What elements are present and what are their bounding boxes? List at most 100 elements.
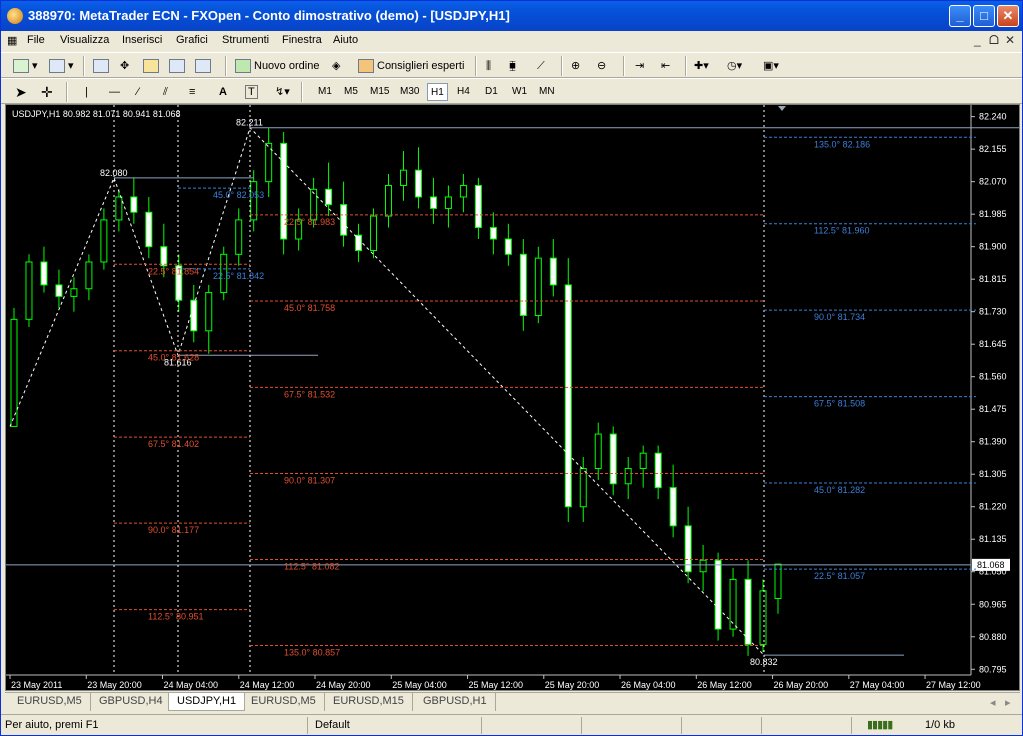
tab-gbpusd-h4[interactable]: GBPUSD,H4	[91, 693, 172, 711]
candle-body	[504, 238, 512, 255]
price-scale-label: 80.795	[979, 664, 1007, 674]
gann-level-label: 112.5° 81.082	[284, 562, 339, 572]
candle-body	[325, 188, 333, 206]
navigator-icon[interactable]	[143, 55, 162, 77]
price-scale-label: 81.730	[979, 307, 1007, 317]
fibonacci-icon[interactable]: ≡	[189, 81, 195, 103]
candle-body	[714, 559, 722, 630]
candle-body	[205, 292, 213, 332]
chart-window[interactable]: USDJPY,H1 80.982 81.071 80.941 81.068 82.…	[5, 104, 1020, 691]
text-tool-icon[interactable]: A	[219, 81, 227, 103]
candle-body	[40, 261, 48, 286]
timeframe-m15[interactable]: M15	[367, 83, 392, 101]
menu-insert[interactable]: Inserisci	[122, 34, 162, 46]
price-scale-label: 82.240	[979, 112, 1007, 122]
profiles-icon[interactable]: ▾	[49, 55, 74, 77]
new-chart-icon[interactable]: ▾	[13, 55, 38, 77]
timeframe-m5[interactable]: M5	[341, 83, 361, 101]
tab-scroll-right-icon[interactable]: ▸	[1005, 696, 1011, 709]
auto-scroll-icon[interactable]: ⇥	[635, 55, 644, 77]
close-button[interactable]: ✕	[997, 5, 1019, 27]
chart-shift-icon[interactable]: ⇤	[661, 55, 670, 77]
menu-file[interactable]: File	[27, 34, 45, 46]
line-chart-icon[interactable]: ⟋	[537, 55, 545, 77]
status-profile: Default	[315, 719, 350, 731]
status-traffic: 1/0 kb	[925, 719, 955, 731]
market-watch-icon[interactable]	[93, 55, 112, 77]
indicators-icon[interactable]: ✚▾	[694, 55, 709, 77]
text-label-icon[interactable]: T	[245, 85, 258, 99]
price-scale-label: 81.560	[979, 372, 1007, 382]
candle-body	[549, 257, 557, 286]
candle-body	[235, 219, 243, 255]
mdi-minimize-button[interactable]: _	[974, 33, 981, 47]
new-order-button[interactable]: Nuovo ordine	[235, 55, 319, 77]
terminal-icon[interactable]	[169, 55, 188, 77]
templates-icon[interactable]: ▣▾	[763, 55, 779, 77]
menu-tools[interactable]: Strumenti	[222, 34, 269, 46]
timeframe-m1[interactable]: M1	[315, 83, 335, 101]
timeframe-d1[interactable]: D1	[482, 83, 501, 101]
timeframe-h1[interactable]: H1	[427, 83, 448, 101]
chart-background	[6, 105, 1019, 690]
mdi-close-button[interactable]: ✕	[1005, 33, 1015, 47]
equidistant-channel-icon[interactable]: ⫽	[163, 81, 168, 103]
tab-eurusd-m15[interactable]: EURUSD,M15	[325, 693, 413, 711]
tab-usdjpy-h1[interactable]: USDJPY,H1	[168, 693, 246, 711]
minimize-button[interactable]: _	[949, 5, 971, 27]
price-scale-label: 82.070	[979, 177, 1007, 187]
timeframe-w1[interactable]: W1	[509, 83, 530, 101]
time-axis-label: 24 May 04:00	[164, 680, 219, 690]
price-scale-label: 80.965	[979, 599, 1007, 609]
candlestick-chart-icon[interactable]: ⧯	[509, 55, 516, 77]
price-scale-label: 81.475	[979, 404, 1007, 414]
price-scale-label: 80.880	[979, 632, 1007, 642]
timeframe-mn[interactable]: MN	[536, 83, 558, 101]
zoom-in-icon[interactable]: ⊕	[571, 55, 580, 77]
current-price-label: 81.068	[977, 560, 1005, 570]
gann-level-label: 22.5° 81.983	[284, 217, 335, 227]
data-window-icon[interactable]: ✥	[120, 55, 129, 77]
crosshair-icon[interactable]: ✛	[41, 81, 53, 103]
tab-eurusd-m5[interactable]: EURUSD,M5	[9, 693, 91, 711]
zoom-out-icon[interactable]: ⊖	[597, 55, 606, 77]
vertical-line-icon[interactable]: |	[85, 81, 88, 103]
gann-level-label: 90.0° 81.734	[814, 312, 865, 322]
maximize-button[interactable]: □	[973, 5, 995, 27]
expert-advisors-button[interactable]: Consiglieri esperti	[358, 55, 464, 77]
price-scale-label: 81.305	[979, 469, 1007, 479]
mdi-restore-button[interactable]: ᗝ	[989, 33, 999, 48]
trendline-icon[interactable]: ⁄	[137, 81, 139, 103]
arrows-icon[interactable]: ↯▾	[275, 81, 290, 103]
doc-icon[interactable]: ▦	[7, 34, 17, 47]
timeframe-h4[interactable]: H4	[454, 83, 473, 101]
candle-body	[579, 467, 587, 508]
gann-level-label: 67.5° 81.402	[148, 439, 199, 449]
menu-view[interactable]: Visualizza	[60, 34, 109, 46]
title-bar[interactable]: 388970: MetaTrader ECN - FXOpen - Conto …	[1, 1, 1022, 31]
gann-level-label: 22.5° 81.854	[148, 266, 199, 276]
menu-help[interactable]: Aiuto	[333, 34, 358, 46]
timeframe-m30[interactable]: M30	[397, 83, 422, 101]
candle-body	[639, 452, 647, 469]
candle-body	[355, 234, 363, 251]
bar-chart-icon[interactable]: ⫼	[486, 55, 491, 77]
periods-icon[interactable]: ◷▾	[727, 55, 742, 77]
menu-charts[interactable]: Grafici	[176, 34, 208, 46]
cursor-icon[interactable]: ➤	[15, 81, 27, 103]
tab-gbpusd-h1[interactable]: GBPUSD,H1	[415, 693, 496, 711]
candle-body	[115, 196, 123, 221]
candle-body	[25, 261, 33, 320]
metaeditor-icon[interactable]: ◈	[332, 55, 340, 77]
horizontal-line-icon[interactable]: —	[109, 81, 120, 103]
price-scale-label: 81.985	[979, 209, 1007, 219]
gann-level-label: 112.5° 80.951	[148, 612, 203, 622]
strategy-tester-icon[interactable]	[195, 55, 214, 77]
gann-level-label: 22.5° 81.057	[814, 571, 865, 581]
tab-eurusd-m5-2[interactable]: EURUSD,M5	[243, 693, 325, 711]
candlestick-chart[interactable]: USDJPY,H1 80.982 81.071 80.941 81.068 82.…	[6, 105, 1019, 690]
tab-scroll-left-icon[interactable]: ◂	[990, 696, 996, 709]
candle-body	[654, 452, 662, 489]
menu-window[interactable]: Finestra	[282, 34, 322, 46]
candle-body	[160, 246, 168, 267]
